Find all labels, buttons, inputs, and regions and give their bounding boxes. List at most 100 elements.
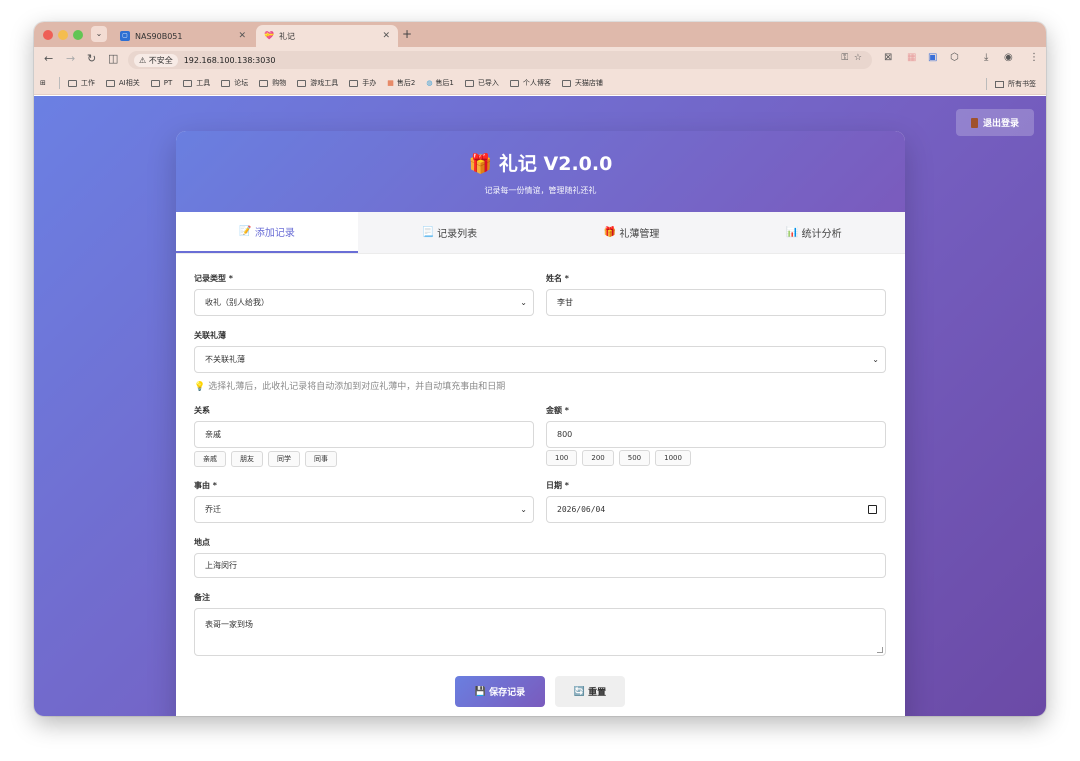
maximize-window-button[interactable] bbox=[73, 30, 83, 40]
relation-input[interactable]: 亲戚 bbox=[194, 421, 534, 448]
new-tab-plus-icon[interactable]: + bbox=[402, 27, 412, 41]
resize-handle-icon[interactable] bbox=[877, 647, 883, 653]
address-bar[interactable]: ⚠ 不安全 192.168.100.138:3030 ⚿ ☆ bbox=[128, 51, 872, 69]
bookmark-folder[interactable]: 游戏工具 bbox=[297, 78, 338, 88]
date-value: 2026/06/04 bbox=[557, 505, 606, 514]
extension-blue-icon[interactable]: ▣ bbox=[928, 52, 937, 63]
amount-chip[interactable]: 1000 bbox=[655, 450, 691, 466]
reason-select[interactable]: 乔迁 ⌄ bbox=[194, 496, 534, 523]
record-type-select[interactable]: 收礼（别人给我） ⌄ bbox=[194, 289, 534, 316]
key-and-star-icons[interactable]: ⚿ ☆ bbox=[841, 53, 862, 63]
sidebar-toggle-icon[interactable]: ◫ bbox=[108, 52, 118, 65]
bookmark-folder[interactable]: 个人博客 bbox=[509, 78, 551, 88]
note-label: 备注 bbox=[194, 593, 210, 602]
gift-book-label: 关联礼薄 bbox=[194, 331, 226, 340]
bookmark-label: 手办 bbox=[362, 79, 377, 87]
minimize-window-button[interactable] bbox=[58, 30, 68, 40]
relation-chip[interactable]: 同事 bbox=[305, 451, 337, 467]
bookmarks-bar: ⊞ 工作 AI相关 PT 工具 论坛 购物 游戏工具 手办 ▦ 售后2 ◍ 售后1 … bbox=[34, 72, 1046, 95]
folder-icon bbox=[150, 79, 160, 87]
note-textarea[interactable]: 表哥一家到场 bbox=[194, 608, 886, 656]
amount-chip[interactable]: 100 bbox=[546, 450, 578, 466]
profile-avatar-icon[interactable]: ◉ bbox=[1004, 52, 1013, 63]
chevron-down-icon: ⌄ bbox=[520, 298, 527, 307]
chevron-down-icon: ⌄ bbox=[872, 355, 879, 364]
app-subtitle: 记录每一份情谊，管理随礼还礼 bbox=[484, 186, 597, 195]
relation-chip[interactable]: 同学 bbox=[268, 451, 300, 467]
relation-chip[interactable]: 亲戚 bbox=[194, 451, 226, 467]
date-input[interactable]: 2026/06/04 bbox=[546, 496, 886, 523]
folder-icon bbox=[509, 79, 519, 87]
bookmark-folder[interactable]: 已导入 bbox=[464, 78, 499, 88]
gift-icon: 🎁 bbox=[603, 227, 617, 238]
logout-label: 退出登录 bbox=[982, 119, 1019, 129]
all-bookmarks-label: 所有书签 bbox=[1008, 80, 1036, 88]
name-input[interactable]: 李甘 bbox=[546, 289, 886, 316]
name-value: 李甘 bbox=[557, 298, 573, 307]
close-tab-icon[interactable]: ✕ bbox=[238, 31, 246, 41]
browser-window: ⌄ ▢ NAS90B051 ✕ 💝 礼记 ✕ + ← → ↻ ◫ ⚠ 不安全 1… bbox=[34, 22, 1046, 716]
reload-icon[interactable]: ↻ bbox=[87, 52, 96, 65]
close-window-button[interactable] bbox=[43, 30, 53, 40]
insecure-label: 不安全 bbox=[148, 55, 173, 65]
folder-icon bbox=[259, 79, 269, 87]
floppy-disk-icon: 💾 bbox=[474, 686, 487, 697]
tab-statistics[interactable]: 📊 统计分析 bbox=[723, 212, 905, 253]
bookmark-folder[interactable]: 手办 bbox=[349, 78, 376, 88]
browser-tab-liji[interactable]: 💝 礼记 ✕ bbox=[256, 25, 398, 47]
bookmark-folder[interactable]: 天猫店铺 bbox=[561, 78, 603, 88]
close-tab-icon[interactable]: ✕ bbox=[382, 31, 390, 41]
download-icon[interactable]: ⤓ bbox=[984, 52, 988, 63]
bookmark-folder[interactable]: 论坛 bbox=[221, 78, 248, 88]
browser-tab-nas[interactable]: ▢ NAS90B051 ✕ bbox=[112, 25, 254, 47]
bookmark-label: 售后2 bbox=[396, 79, 416, 87]
all-bookmarks[interactable]: 所有书签 bbox=[984, 78, 1036, 90]
bookmark-folder[interactable]: PT bbox=[150, 79, 172, 87]
browser-tab-label: 礼记 bbox=[279, 31, 295, 41]
logout-button[interactable]: 退出登录 bbox=[956, 109, 1034, 136]
apps-grid-icon[interactable]: ⊞ bbox=[40, 79, 46, 87]
bookmarks-separator bbox=[58, 77, 60, 89]
record-type-label: 记录类型 * bbox=[194, 274, 233, 283]
bookmark-site[interactable]: ◍ 售后1 bbox=[426, 78, 454, 88]
extension-icon[interactable]: ⊠ bbox=[884, 52, 892, 63]
bookmark-site[interactable]: ▦ 售后2 bbox=[387, 78, 415, 88]
amount-chip[interactable]: 200 bbox=[582, 450, 614, 466]
insecure-warning-badge[interactable]: ⚠ 不安全 bbox=[134, 53, 178, 67]
gift-book-select[interactable]: 不关联礼薄 ⌄ bbox=[194, 346, 886, 373]
bookmark-folder[interactable]: 工具 bbox=[183, 78, 210, 88]
memo-icon: 📝 bbox=[239, 226, 252, 237]
tab-search-chevron-icon[interactable]: ⌄ bbox=[91, 26, 107, 42]
tab-record-list[interactable]: 📃 记录列表 bbox=[358, 212, 540, 253]
calendar-icon[interactable] bbox=[868, 505, 877, 514]
back-arrow-icon[interactable]: ← bbox=[44, 52, 53, 65]
bookmark-label: 个人博客 bbox=[522, 79, 551, 87]
relation-label: 关系 bbox=[194, 406, 210, 415]
location-input[interactable]: 上海闵行 bbox=[194, 553, 886, 578]
amount-chips: 100 200 500 1000 bbox=[546, 450, 696, 466]
amount-chip[interactable]: 500 bbox=[618, 450, 651, 466]
bookmark-folder[interactable]: AI相关 bbox=[105, 78, 140, 88]
amount-label: 金额 * bbox=[546, 406, 569, 415]
forward-arrow-icon[interactable]: → bbox=[66, 52, 75, 65]
browser-tab-label: NAS90B051 bbox=[135, 31, 183, 41]
relation-chip[interactable]: 朋友 bbox=[231, 451, 263, 467]
amount-value: 800 bbox=[557, 430, 573, 439]
extension-pink-icon[interactable]: ▦ bbox=[907, 52, 916, 63]
menu-dots-icon[interactable]: ⋮ bbox=[1029, 52, 1039, 63]
save-record-button[interactable]: 💾 保存记录 bbox=[455, 676, 545, 707]
puzzle-icon[interactable]: ⬡ bbox=[950, 52, 959, 63]
door-icon bbox=[970, 117, 978, 128]
tab-add-record[interactable]: 📝 添加记录 bbox=[176, 212, 359, 253]
bookmark-folder[interactable]: 工作 bbox=[67, 78, 95, 88]
bookmark-label: 购物 bbox=[272, 79, 287, 87]
tab-gift-book[interactable]: 🎁 礼薄管理 bbox=[541, 212, 723, 253]
note-value: 表哥一家到场 bbox=[205, 620, 253, 629]
reset-button[interactable]: 🔄 重置 bbox=[555, 676, 625, 707]
amount-input[interactable]: 800 bbox=[546, 421, 886, 448]
bookmark-label: 游戏工具 bbox=[310, 79, 339, 87]
tab-label: 统计分析 bbox=[801, 229, 842, 240]
bookmark-folder[interactable]: 购物 bbox=[259, 78, 286, 88]
bookmark-label: 论坛 bbox=[234, 79, 249, 87]
card-header: 🎁 礼记 V2.0.0 记录每一份情谊，管理随礼还礼 bbox=[176, 131, 905, 212]
